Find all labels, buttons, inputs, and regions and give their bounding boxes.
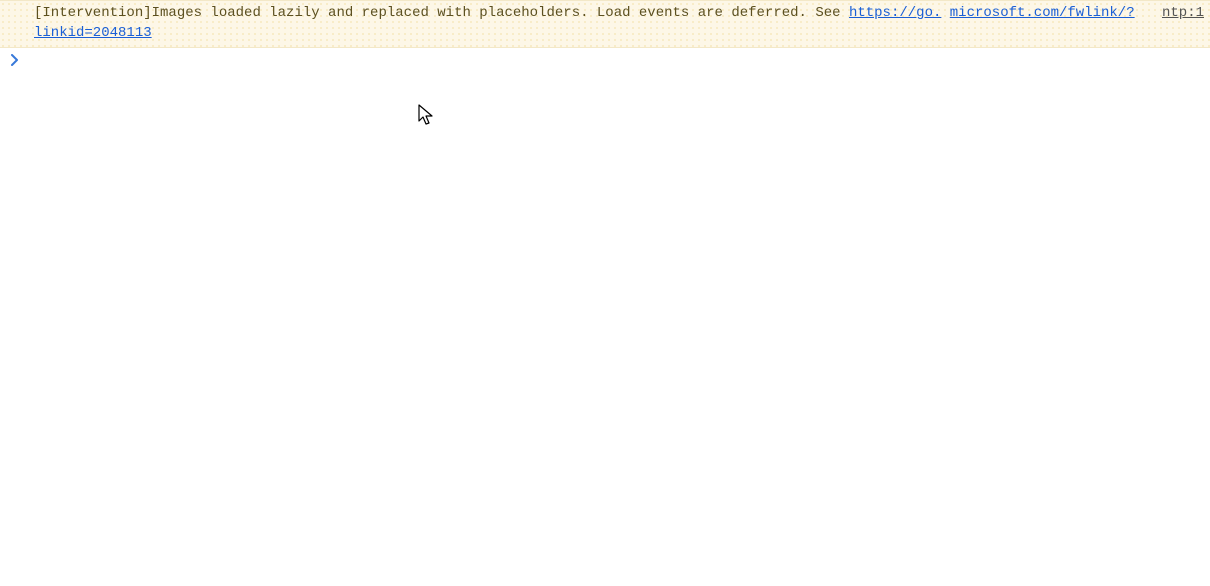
console-panel: [Intervention]Images loaded lazily and r…: [0, 0, 1210, 68]
warning-body-text: Images loaded lazily and replaced with p…: [152, 5, 849, 21]
warning-message: [Intervention]Images loaded lazily and r…: [34, 3, 1144, 43]
prompt-icon-column: [6, 52, 24, 66]
console-warning-row[interactable]: [Intervention]Images loaded lazily and r…: [0, 0, 1210, 48]
warning-link-part1[interactable]: https://go.: [849, 5, 941, 21]
console-input[interactable]: [24, 52, 1204, 68]
warning-prefix: [Intervention]: [34, 5, 152, 21]
cursor-arrow-icon: [418, 104, 436, 128]
warning-source: ntp:1: [1144, 3, 1204, 23]
console-prompt-row[interactable]: [0, 48, 1210, 68]
warning-source-link[interactable]: ntp:1: [1162, 5, 1204, 21]
chevron-right-icon: [10, 54, 20, 66]
